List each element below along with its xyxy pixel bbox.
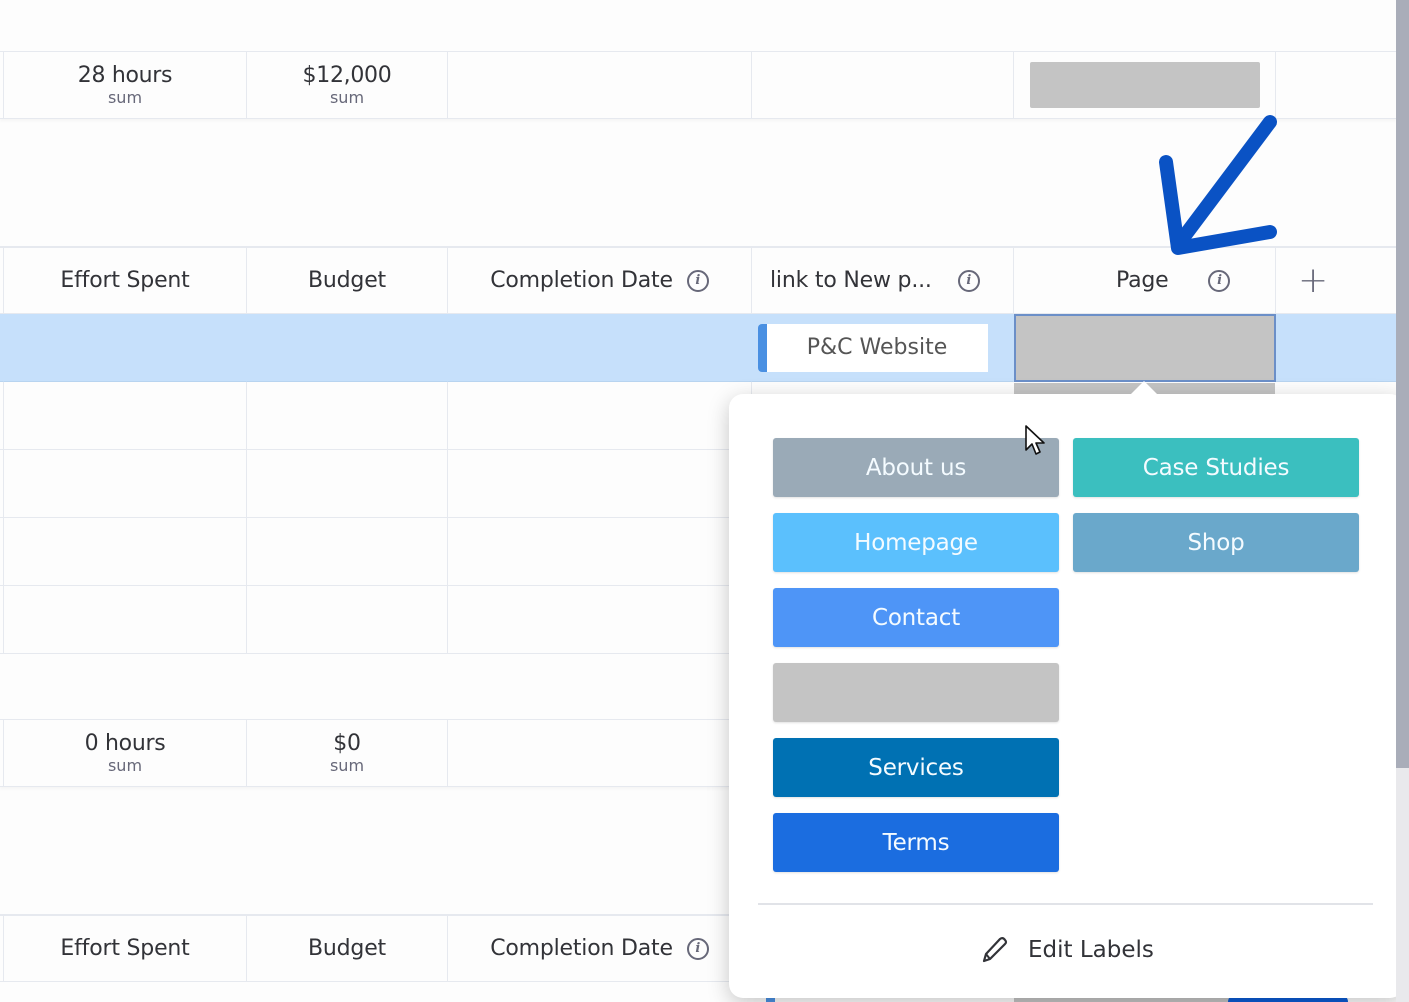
column-header-budget[interactable]: Budget <box>247 916 448 982</box>
page-summary <box>1014 52 1276 119</box>
label-option-homepage[interactable]: Homepage <box>773 513 1059 572</box>
annotation-arrow-icon <box>1159 115 1277 255</box>
budget-sum-label: sum <box>329 88 365 107</box>
effort-summary: 0 hours sum <box>4 720 247 787</box>
label-option-case-studies[interactable]: Case Studies <box>1073 438 1359 497</box>
pencil-icon <box>982 937 1008 963</box>
column-header-completion-date[interactable]: Completion Date i <box>448 916 752 982</box>
completion-date-cell[interactable] <box>448 314 752 382</box>
link-summary <box>752 52 1014 119</box>
vertical-scrollbar[interactable] <box>1396 0 1409 1002</box>
budget-summary: $0 sum <box>247 720 448 787</box>
page-status-cell[interactable] <box>1014 314 1276 382</box>
budget-cell[interactable] <box>247 314 448 382</box>
label-option-empty[interactable] <box>773 663 1059 722</box>
label-option-terms[interactable]: Terms <box>773 813 1059 872</box>
info-icon[interactable]: i <box>1208 269 1231 292</box>
table-row[interactable] <box>0 586 752 654</box>
table-row[interactable] <box>0 518 752 586</box>
group-summary-row: 28 hours sum $12,000 sum <box>0 51 1396 119</box>
effort-sum-value: 0 hours <box>84 731 166 756</box>
table-row[interactable] <box>0 382 752 450</box>
table-row-selected[interactable]: P&C Website <box>0 314 1396 382</box>
label-option-services[interactable]: Services <box>773 738 1059 797</box>
info-icon[interactable]: i <box>957 269 980 292</box>
linked-item-chip[interactable]: P&C Website <box>757 323 988 372</box>
label-option-shop[interactable]: Shop <box>1073 513 1359 572</box>
column-header-budget[interactable]: Budget <box>247 248 448 314</box>
effort-summary: 28 hours sum <box>4 52 247 119</box>
table-row[interactable] <box>0 450 752 518</box>
mouse-cursor-icon <box>1025 425 1045 455</box>
group-header-row: Effort Spent Budget Completion Date i <box>0 914 752 982</box>
board-view: 28 hours sum $12,000 sum Effort Spent Bu… <box>0 0 1409 1002</box>
column-header-link[interactable]: link to New p... i <box>752 248 1014 314</box>
info-icon[interactable]: i <box>686 937 709 960</box>
label-option-about-us[interactable]: About us <box>773 438 1059 497</box>
popup-divider <box>758 903 1373 905</box>
plus-icon: + <box>1298 259 1328 301</box>
column-header-effort[interactable]: Effort Spent <box>4 248 247 314</box>
page-distribution-bar <box>1029 62 1260 108</box>
budget-sum-label: sum <box>329 756 365 775</box>
scrollbar-thumb[interactable] <box>1396 0 1409 768</box>
completion-summary <box>448 720 752 787</box>
popup-caret <box>1130 381 1158 395</box>
budget-sum-value: $12,000 <box>302 63 392 88</box>
label-option-contact[interactable]: Contact <box>773 588 1059 647</box>
add-column-button[interactable]: + <box>1276 248 1396 314</box>
effort-cell[interactable] <box>4 314 247 382</box>
link-cell[interactable]: P&C Website <box>752 314 1014 382</box>
completion-summary <box>448 52 752 119</box>
effort-sum-value: 28 hours <box>77 63 173 88</box>
edit-labels-button[interactable]: Edit Labels <box>978 930 1154 970</box>
budget-summary: $12,000 sum <box>247 52 448 119</box>
effort-sum-label: sum <box>107 756 143 775</box>
info-icon[interactable]: i <box>686 269 709 292</box>
budget-sum-value: $0 <box>333 731 361 756</box>
effort-sum-label: sum <box>107 88 143 107</box>
group-summary-row: 0 hours sum $0 sum <box>0 719 752 787</box>
column-header-effort[interactable]: Effort Spent <box>4 916 247 982</box>
column-header-completion-date[interactable]: Completion Date i <box>448 248 752 314</box>
